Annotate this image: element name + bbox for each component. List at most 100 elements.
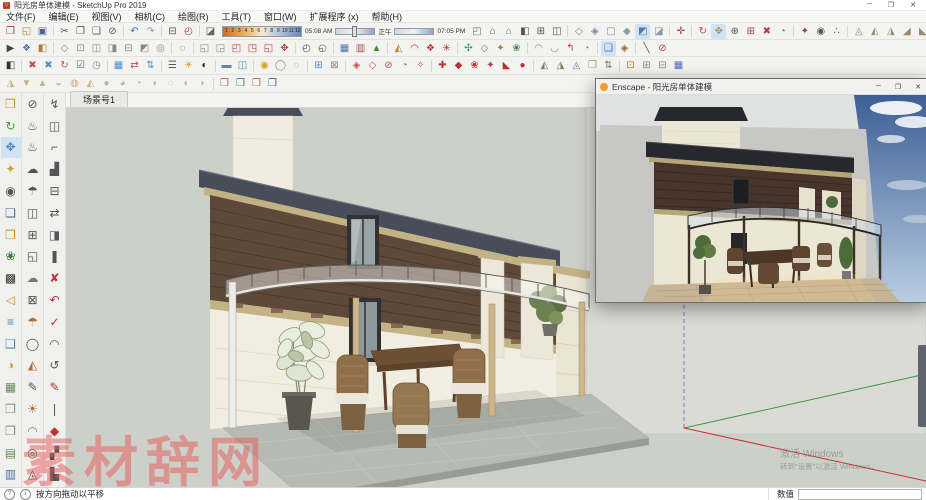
doc-1-button[interactable]: ❐ <box>1 398 21 420</box>
camera-button[interactable]: ◉ <box>1 180 21 202</box>
shape-cone-1[interactable]: ◮ <box>3 76 18 91</box>
blue-rect-button[interactable]: ▬ <box>219 58 234 73</box>
physics-2-button[interactable]: ◮ <box>553 58 568 73</box>
red-x-tool[interactable]: ✘ <box>45 267 65 289</box>
trash-red-button[interactable]: ✖ <box>25 58 40 73</box>
view-right-button[interactable]: ◨ <box>105 41 120 56</box>
rail-2-tool[interactable]: ❘ <box>45 398 65 420</box>
dice-3-button[interactable]: ⊟ <box>655 58 670 73</box>
menu-help[interactable]: 帮助(H) <box>372 10 403 23</box>
enscape-title-bar[interactable]: Enscape - 阳光房单体建模 ─❐✕ <box>596 79 926 95</box>
house-iso-button[interactable]: ◧ <box>517 24 532 39</box>
gradient-tool[interactable]: ▥ <box>353 41 368 56</box>
lock-tool[interactable]: ✦ <box>493 41 508 56</box>
scale-box-2-button[interactable]: ◲ <box>213 41 228 56</box>
style-textured-button[interactable]: ◩ <box>635 24 650 39</box>
cube-red-1-button[interactable]: ❒ <box>217 76 232 91</box>
maximize-button[interactable]: ❐ <box>888 1 894 9</box>
house-top-button[interactable]: ⊞ <box>533 24 548 39</box>
delete-button[interactable]: ⊘ <box>105 24 120 39</box>
hammer-tool[interactable]: ✎ <box>23 376 43 398</box>
lasso-tool[interactable]: ◌ <box>175 41 190 56</box>
gem-5-button[interactable]: ✧ <box>413 58 428 73</box>
brick-tool[interactable]: ▦ <box>337 41 352 56</box>
rotate-tool[interactable]: ◳ <box>245 41 260 56</box>
window-grid-tool[interactable]: ⊞ <box>23 224 43 246</box>
curve-back-tool[interactable]: ↰ <box>563 41 578 56</box>
flask-tool[interactable]: ✣ <box>461 41 476 56</box>
moon-button[interactable]: ◑ <box>1 355 21 377</box>
hex-small-button[interactable]: ◌ <box>289 58 304 73</box>
make-component-button[interactable]: ❖ <box>19 41 34 56</box>
enscape-close-button[interactable]: ✕ <box>915 83 921 91</box>
timer-button[interactable]: ◷ <box>89 58 104 73</box>
red-spark-button[interactable]: ✦ <box>483 58 498 73</box>
cloud-tool[interactable]: ☁ <box>23 158 43 180</box>
lamp-tool[interactable]: ☂ <box>23 180 43 202</box>
rails-tool[interactable]: ⇄ <box>45 202 65 224</box>
redo-button[interactable]: ↷ <box>143 24 158 39</box>
axes-tool[interactable]: ✛ <box>673 24 688 39</box>
contrast-button[interactable]: ◐ <box>197 58 212 73</box>
red-undo-tool[interactable]: ↶ <box>45 289 65 311</box>
menu-draw[interactable]: 绘图(R) <box>178 10 209 23</box>
style-monochrome-button[interactable]: ◪ <box>651 24 666 39</box>
arc-b-tool[interactable]: ◡ <box>547 41 562 56</box>
dice-2-button[interactable]: ⊞ <box>639 58 654 73</box>
scene-tab[interactable]: 场景号1 <box>70 91 128 107</box>
zoom-tool[interactable]: ⊕ <box>727 24 742 39</box>
cube-red-2-button[interactable]: ❒ <box>249 76 264 91</box>
prism-tool[interactable]: ◭ <box>23 355 43 377</box>
open-file-button[interactable]: ◱ <box>19 24 34 39</box>
spin-tool[interactable]: ↺ <box>45 355 65 377</box>
teapot-2-tool[interactable]: ♨ <box>23 137 43 159</box>
credits-icon[interactable]: i <box>20 489 31 500</box>
leaf-tool[interactable]: ❀ <box>509 41 524 56</box>
lightning-tool[interactable]: ↯ <box>45 93 65 115</box>
red-corner-button[interactable]: ◣ <box>499 58 514 73</box>
hatch-tool[interactable]: ▞ <box>45 442 65 464</box>
shape-cone-3[interactable]: ▲ <box>35 76 50 91</box>
arrow-up-tool[interactable]: ▲ <box>369 41 384 56</box>
key-button[interactable]: ✦ <box>1 158 21 180</box>
umbrella-tool[interactable]: ☂ <box>23 311 43 333</box>
image-3-button[interactable]: ▥ <box>1 464 21 486</box>
shell-tool[interactable]: ◔ <box>579 41 594 56</box>
cube-blue-2-button[interactable]: ❒ <box>265 76 280 91</box>
menu-camera[interactable]: 相机(C) <box>135 10 166 23</box>
shape-vase-1[interactable]: ◍ <box>67 76 82 91</box>
image-2-button[interactable]: ▤ <box>1 442 21 464</box>
close-button[interactable]: ✕ <box>910 1 916 9</box>
paste-button[interactable]: ❑ <box>89 24 104 39</box>
offset-tool[interactable]: ◴ <box>299 41 314 56</box>
geolocation-icon[interactable]: ? <box>4 489 15 500</box>
shape-sphere-2[interactable]: ◕ <box>115 76 130 91</box>
menu-window[interactable]: 窗口(W) <box>264 10 297 23</box>
stair-tool[interactable]: ⌐ <box>45 137 65 159</box>
layer-tool[interactable]: ◨ <box>45 224 65 246</box>
suapp-gear-button[interactable]: ✳ <box>439 41 454 56</box>
sync-button[interactable]: ↻ <box>57 58 72 73</box>
menu-tools[interactable]: 工具(T) <box>222 10 252 23</box>
suapp-arc-tool[interactable]: ◠ <box>407 41 422 56</box>
shape-ring-1[interactable]: ◌ <box>163 76 178 91</box>
physics-4-button[interactable]: ❐ <box>585 58 600 73</box>
new-file-button[interactable]: ❒ <box>3 24 18 39</box>
frame-1-tool[interactable]: ◫ <box>23 202 43 224</box>
mixer-button[interactable]: ≡ <box>1 311 21 333</box>
style-shaded-button[interactable]: ◆ <box>619 24 634 39</box>
select-grid-button[interactable]: ▦ <box>111 58 126 73</box>
minimize-button[interactable]: ─ <box>867 1 872 9</box>
half-square-button[interactable]: ◧ <box>3 58 18 73</box>
look-around-tool[interactable]: ◉ <box>813 24 828 39</box>
menu-edit[interactable]: 编辑(E) <box>49 10 79 23</box>
time-slider[interactable] <box>335 28 375 35</box>
physics-3-button[interactable]: ◬ <box>569 58 584 73</box>
cloud-frame-tool[interactable]: ☁ <box>23 267 43 289</box>
chart-tool[interactable]: ▟ <box>45 158 65 180</box>
time-slider-handle[interactable] <box>352 26 357 37</box>
pencil-line-tool[interactable]: ╲ <box>639 41 654 56</box>
teapot-1-tool[interactable]: ♨ <box>23 115 43 137</box>
dome-tool[interactable]: ◠ <box>23 420 43 442</box>
shape-cone-4[interactable]: ◭ <box>83 76 98 91</box>
